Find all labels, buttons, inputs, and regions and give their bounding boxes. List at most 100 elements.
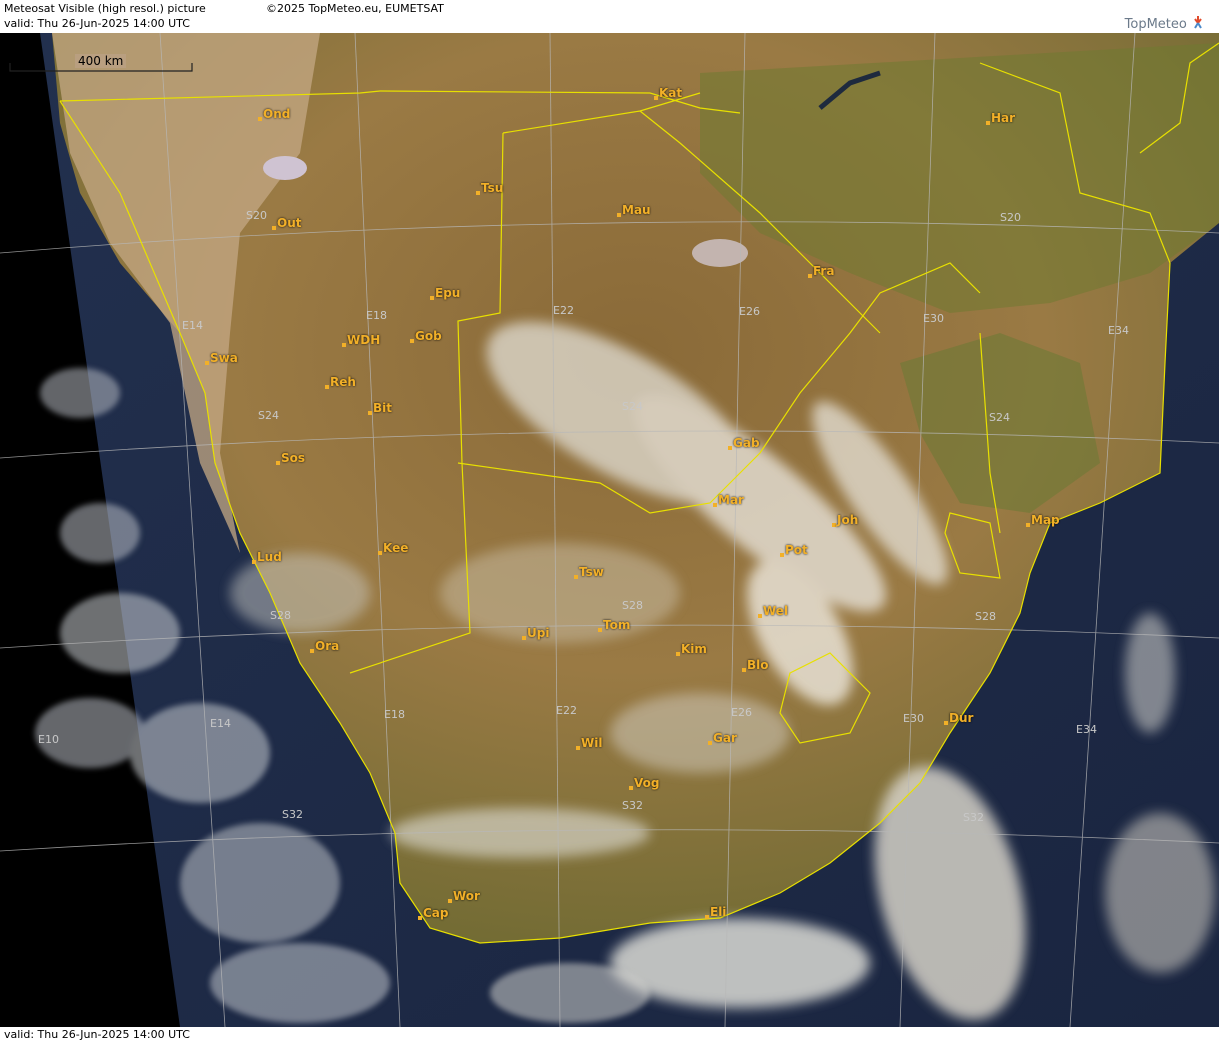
city-label[interactable]: Joh	[837, 513, 858, 527]
map-canvas	[0, 33, 1219, 1027]
city-marker	[378, 551, 382, 555]
city-marker	[448, 899, 452, 903]
grid-coordinate-label: S24	[622, 400, 643, 413]
city-label[interactable]: Tom	[603, 618, 630, 632]
city-marker	[252, 560, 256, 564]
city-marker	[410, 339, 414, 343]
makgadikgadi-pans	[692, 239, 748, 267]
city-label[interactable]: Lud	[257, 550, 282, 564]
city-label[interactable]: Ond	[263, 107, 290, 121]
grid-coordinate-label: E14	[210, 717, 231, 730]
city-marker	[654, 96, 658, 100]
city-label[interactable]: Eli	[710, 905, 726, 919]
grid-coordinate-label: S32	[963, 811, 984, 824]
city-marker	[430, 296, 434, 300]
city-label[interactable]: Dur	[949, 711, 973, 725]
city-marker	[705, 915, 709, 919]
grid-coordinate-label: S20	[1000, 211, 1021, 224]
city-marker	[576, 746, 580, 750]
grid-coordinate-label: S24	[258, 409, 279, 422]
city-marker	[205, 361, 209, 365]
footer-valid-time: valid: Thu 26-Jun-2025 14:00 UTC	[4, 1028, 190, 1041]
city-label[interactable]: Swa	[210, 351, 238, 365]
city-marker	[574, 575, 578, 579]
copyright: ©2025 TopMeteo.eu, EUMETSAT	[266, 2, 444, 15]
city-marker	[258, 117, 262, 121]
city-label[interactable]: Cap	[423, 906, 449, 920]
city-label[interactable]: Reh	[330, 375, 356, 389]
city-label[interactable]: Gab	[733, 436, 760, 450]
city-label[interactable]: Epu	[435, 286, 460, 300]
city-label[interactable]: Wil	[581, 736, 602, 750]
image-title: Meteosat Visible (high resol.) picture	[4, 2, 206, 15]
city-marker	[272, 226, 276, 230]
city-label[interactable]: Kat	[659, 86, 682, 100]
city-label[interactable]: Tsu	[481, 181, 503, 195]
city-marker	[310, 649, 314, 653]
city-label[interactable]: Fra	[813, 264, 834, 278]
city-label[interactable]: WDH	[347, 333, 380, 347]
topmeteo-logo: TopMeteo	[1125, 14, 1205, 32]
grid-coordinate-label: E30	[923, 312, 944, 325]
city-marker	[476, 191, 480, 195]
city-label[interactable]: Tsw	[579, 565, 604, 579]
scale-label: 400 km	[75, 54, 127, 68]
city-label[interactable]: Har	[991, 111, 1015, 125]
grid-coordinate-label: E26	[739, 305, 760, 318]
city-marker	[832, 523, 836, 527]
grid-coordinate-label: E34	[1076, 723, 1097, 736]
city-label[interactable]: Out	[277, 216, 301, 230]
grid-coordinate-label: E10	[38, 733, 59, 746]
city-label[interactable]: Mar	[718, 493, 744, 507]
logo-text: TopMeteo	[1124, 17, 1187, 32]
grid-coordinate-label: S20	[246, 209, 267, 222]
city-marker	[1026, 523, 1030, 527]
city-label[interactable]: Kee	[383, 541, 408, 555]
etosha-pan	[263, 156, 307, 180]
grid-coordinate-label: E18	[384, 708, 405, 721]
city-label[interactable]: Ora	[315, 639, 339, 653]
city-marker	[944, 721, 948, 725]
city-marker	[713, 503, 717, 507]
grid-coordinate-label: E14	[182, 319, 203, 332]
city-marker	[418, 916, 422, 920]
grid-coordinate-label: S24	[989, 411, 1010, 424]
city-label[interactable]: Mau	[622, 203, 651, 217]
city-marker	[808, 274, 812, 278]
city-label[interactable]: Wel	[763, 604, 788, 618]
city-marker	[780, 553, 784, 557]
city-label[interactable]: Upi	[527, 626, 549, 640]
logo-icon	[1194, 16, 1202, 29]
city-marker	[728, 446, 732, 450]
city-marker	[522, 636, 526, 640]
city-marker	[325, 385, 329, 389]
city-label[interactable]: Gob	[415, 329, 442, 343]
grid-coordinate-label: E30	[903, 712, 924, 725]
city-label[interactable]: Kim	[681, 642, 707, 656]
city-marker	[986, 121, 990, 125]
grid-coordinate-label: E18	[366, 309, 387, 322]
city-label[interactable]: Sos	[281, 451, 305, 465]
city-marker	[708, 741, 712, 745]
city-label[interactable]: Vog	[634, 776, 659, 790]
grid-coordinate-label: E34	[1108, 324, 1129, 337]
grid-coordinate-label: E26	[731, 706, 752, 719]
city-label[interactable]: Wor	[453, 889, 480, 903]
city-label[interactable]: Gar	[713, 731, 737, 745]
satellite-map[interactable]: 400 km Kat Har Ond Tsu Mau Out Fra Epu Gob WDH Swa…	[0, 33, 1219, 1027]
city-marker	[676, 652, 680, 656]
city-label[interactable]: Map	[1031, 513, 1060, 527]
grid-coordinate-label: E22	[553, 304, 574, 317]
valid-time: valid: Thu 26-Jun-2025 14:00 UTC	[4, 17, 190, 30]
city-marker	[276, 461, 280, 465]
header-bar: Meteosat Visible (high resol.) picture ©…	[0, 0, 1219, 33]
city-label[interactable]: Pot	[785, 543, 808, 557]
grid-coordinate-label: S28	[975, 610, 996, 623]
city-label[interactable]: Bit	[373, 401, 392, 415]
grid-coordinate-label: S32	[282, 808, 303, 821]
footer-bar: valid: Thu 26-Jun-2025 14:00 UTC	[0, 1027, 1219, 1042]
city-label[interactable]: Blo	[747, 658, 769, 672]
grid-coordinate-label: S28	[270, 609, 291, 622]
grid-coordinate-label: S28	[622, 599, 643, 612]
city-marker	[598, 628, 602, 632]
